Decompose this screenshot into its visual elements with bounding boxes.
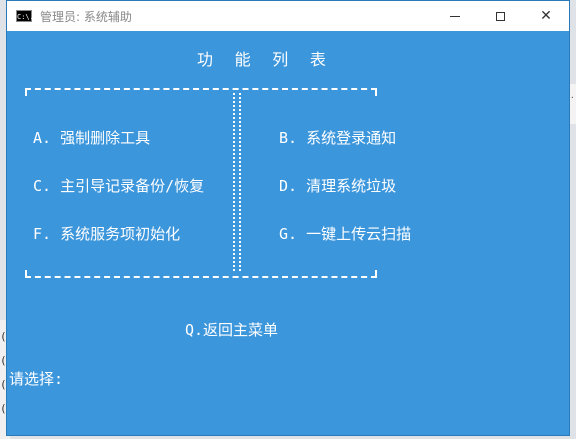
cmd-icon[interactable]: C:\. (16, 10, 34, 22)
frame-corner (375, 88, 377, 96)
menu-option-c: C. 主引导记录备份/恢复 (33, 177, 205, 195)
desktop: ( ( ( ( l. C:\. 管理员: 系统辅助 ✕ 功 能 列 表 A. 强… (0, 0, 576, 439)
frame-corner (25, 270, 27, 278)
title-bar[interactable]: C:\. 管理员: 系统辅助 ✕ (7, 1, 569, 31)
frame-corner (375, 270, 377, 278)
menu-option-g: G. 一键上传云扫描 (279, 225, 412, 243)
frame-bottom-border (25, 276, 377, 278)
window-title: 管理员: 系统辅助 (40, 9, 132, 24)
close-button[interactable]: ✕ (523, 1, 569, 31)
frame-corner (25, 88, 27, 96)
frame-top-border (25, 88, 377, 90)
menu-heading: 功 能 列 表 (197, 50, 332, 69)
menu-option-d: D. 清理系统垃圾 (279, 177, 397, 195)
menu-option-f: F. 系统服务项初始化 (33, 225, 181, 243)
input-prompt[interactable]: 请选择: (9, 368, 63, 389)
menu-option-b: B. 系统登录通知 (279, 129, 397, 147)
console-output[interactable]: 功 能 列 表 A. 强制删除工具 B. 系统登录通知 C. 主引导记录备份/恢… (7, 31, 569, 435)
column-divider (233, 93, 241, 271)
menu-option-q: Q.返回主菜单 (185, 321, 279, 339)
console-window[interactable]: C:\. 管理员: 系统辅助 ✕ 功 能 列 表 A. 强制删除工具 B. 系统… (6, 0, 570, 436)
maximize-icon (495, 11, 505, 21)
minimize-icon (450, 15, 460, 17)
menu-option-a: A. 强制删除工具 (33, 129, 151, 147)
maximize-button[interactable] (477, 1, 523, 31)
close-icon: ✕ (540, 8, 552, 24)
minimize-button[interactable] (432, 1, 478, 31)
